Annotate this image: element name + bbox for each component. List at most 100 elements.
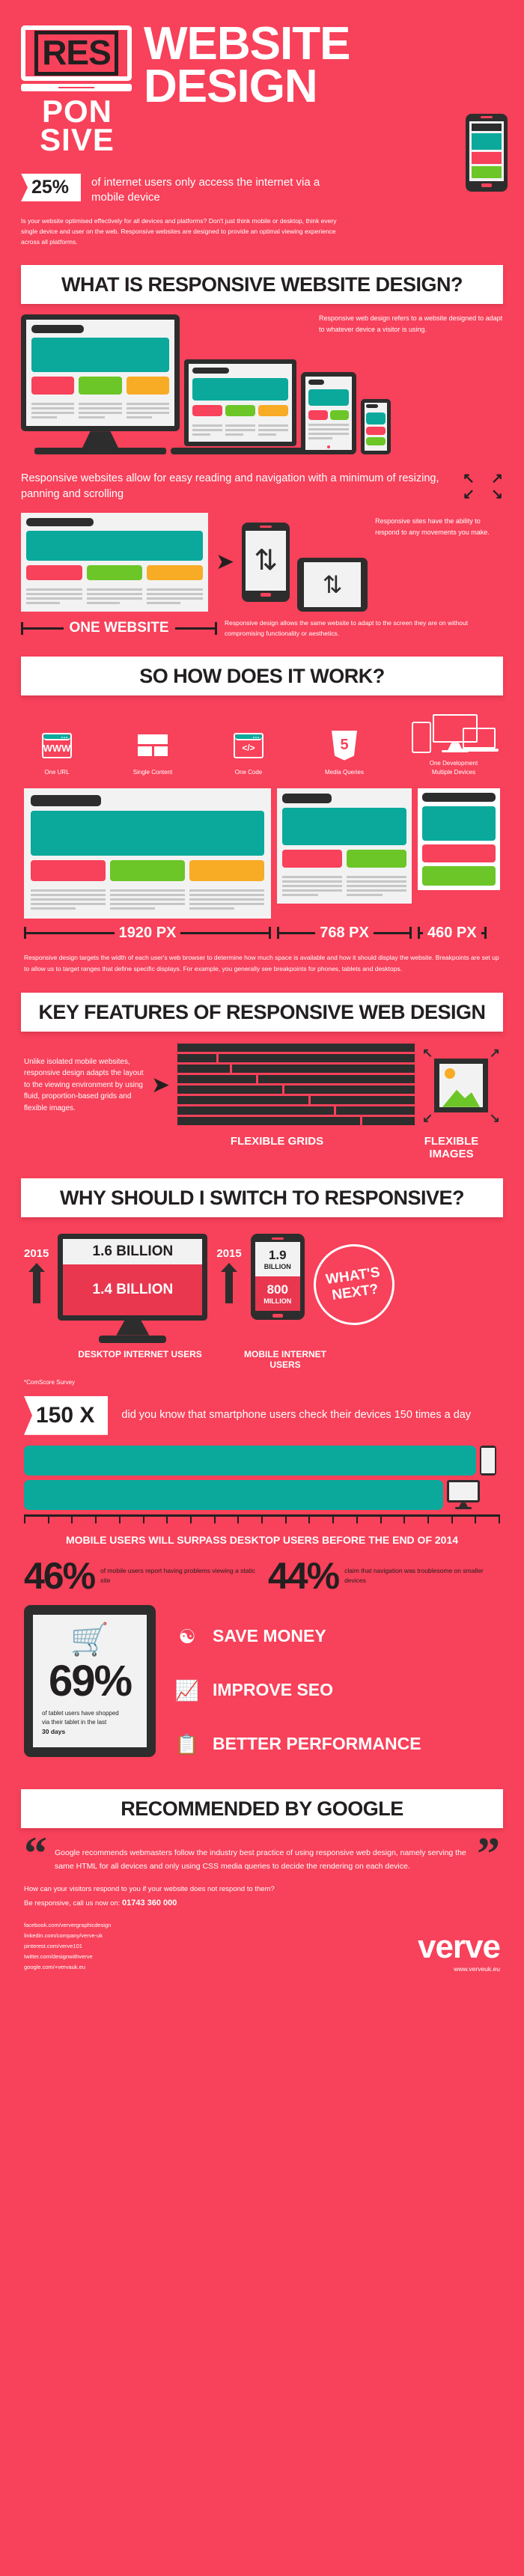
caption-desktop-users: DESKTOP INTERNET USERS — [78, 1348, 202, 1359]
tablet-caption-line-3: 30 days — [42, 1727, 66, 1735]
quote-open-icon: “ — [24, 1827, 47, 1879]
social-link-linkedin[interactable]: linkedin.com/company/verve-uk — [24, 1931, 111, 1941]
content-blocks-icon — [138, 734, 168, 757]
devices-note: Responsive web design refers to a websit… — [319, 314, 503, 333]
flexible-grid-illustration — [177, 1043, 415, 1127]
brand-url[interactable]: www.verveuk.eu — [418, 1965, 500, 1973]
badge-sive: SIVE — [40, 121, 115, 157]
stat-flag: 25% — [21, 173, 82, 202]
stat-value: 25% — [31, 176, 70, 198]
mobile-year: 2015 — [216, 1246, 242, 1260]
mobile-bottom-unit: MILLION — [263, 1297, 292, 1305]
flexible-image-illustration: ↖ ↗ ↙ ↘ — [422, 1045, 500, 1125]
clipboard-check-icon: 📋 — [174, 1732, 200, 1756]
responsive-phone-icon: ⇅ — [242, 523, 290, 603]
hand-coin-icon: ☯ — [178, 1625, 196, 1648]
brand-name: verve — [417, 1928, 501, 1965]
laptop-base — [21, 84, 132, 91]
easy-reading-row: Responsive websites allow for easy readi… — [21, 471, 503, 502]
tablet-benefits-row: 🛒 69% of tablet users have shopped via t… — [24, 1604, 500, 1771]
multi-device-icon — [412, 714, 499, 754]
section-heading-features: KEY FEATURES OF RESPONSIVE WEB DESIGN — [21, 992, 503, 1032]
call-to-action: How can your visitors respond to you if … — [24, 1884, 500, 1910]
benefit-save-money: ☯ SAVE MONEY — [172, 1610, 500, 1663]
social-link-pinterest[interactable]: pinterest.com/verve101 — [24, 1941, 111, 1952]
arrow-up-icon-mobile — [221, 1262, 238, 1303]
section-heading-why: WHY SHOULD I SWITCH TO RESPONSIVE? — [21, 1178, 503, 1217]
breakpoint-labels-row: 1920 PX 768 PX 460 PX — [24, 925, 500, 942]
footer: facebook.com/ververgraphicdesign linkedi… — [24, 1920, 501, 1982]
percent-stats-row: 46% of mobile users report having proble… — [24, 1554, 500, 1597]
desktop-top-value: 1.6 BILLION — [63, 1238, 203, 1264]
breakpoint-rule-2: 460 PX — [418, 925, 500, 942]
monitor-marker-icon — [447, 1480, 480, 1510]
mobile-users-chart: 1.9 BILLION 800 MILLION — [250, 1233, 305, 1320]
breakpoint-mock-desktop — [24, 788, 271, 919]
social-links: facebook.com/ververgraphicdesign linkedi… — [24, 1920, 111, 1972]
breakpoint-label-0: 1920 PX — [118, 924, 177, 941]
section-heading-how: SO HOW DOES IT WORK? — [21, 657, 503, 696]
intro-paragraph: Is your website optimised effectively fo… — [21, 217, 337, 246]
responsive-phone-note: Responsive sites have the ability to res… — [375, 517, 490, 536]
how-icon-label-0: One URL — [44, 768, 70, 776]
phone-device-icon — [361, 399, 391, 455]
mobile-year-group: 2015 — [216, 1234, 242, 1303]
google-quote-block: “ Google recommends webmasters follow th… — [24, 1827, 500, 1880]
google-quote-text: Google recommends webmasters follow the … — [55, 1848, 466, 1872]
benefit-improve-seo: 📈 IMPROVE SEO — [172, 1663, 500, 1717]
laptop-icon: RES — [21, 25, 132, 91]
how-icon-label-3: Media Queries — [324, 768, 365, 776]
percent-caption-44: claim that navigation was troublesome on… — [344, 1567, 484, 1585]
tablet-caption-line-2: via their tablet in the last — [42, 1718, 107, 1726]
how-icon-label-4b: Multiple Devices — [431, 768, 476, 776]
one-website-label-row: ONE WEBSITE Responsive design allows the… — [21, 618, 503, 639]
header: RES PON SIVE WEBSITE DESIGN — [13, 0, 511, 157]
arrow-up-icon-desktop — [28, 1262, 45, 1303]
browser-www-icon: ▪▪▪ WWW — [42, 732, 72, 758]
bar-chart-growth-icon: 📈 — [174, 1678, 200, 1702]
how-icon-label-1: Single Content — [132, 768, 173, 776]
percent-value-44: 44% — [268, 1554, 340, 1597]
key-features-text: Unlike isolated mobile websites, respons… — [24, 1057, 144, 1112]
tablet-caption-line-1: of tablet users have shopped — [42, 1709, 119, 1717]
how-icons-row: ▪▪▪ WWW One URL Single Content ▪▪▪ </> One… — [25, 712, 499, 776]
badge-res: RES — [34, 31, 118, 76]
main-title: WEBSITE DESIGN — [144, 18, 511, 154]
one-website-rule: ONE WEBSITE — [21, 620, 218, 636]
how-icon-cell-multi-device: One Development Multiple Devices — [409, 712, 499, 776]
caption-flexible-grids: FLEXIBLE GRIDS — [230, 1134, 324, 1148]
stat-text: of internet users only access the intern… — [91, 175, 320, 204]
desktop-monitor-icon — [21, 314, 180, 455]
quote-close-icon: ” — [477, 1828, 500, 1880]
desktop-year: 2015 — [24, 1246, 49, 1260]
tablet-stat-value: 69% — [48, 1656, 132, 1705]
how-icon-cell-media-queries: 5 Media Queries — [313, 727, 376, 776]
caption-flexible-images: FLEXIBLE IMAGES — [424, 1134, 479, 1160]
title-line-2: DESIGN — [144, 61, 318, 113]
mobile-top-value: 1.9 — [268, 1247, 287, 1262]
phone-marker-icon — [480, 1445, 496, 1476]
cta-line-2-pre: Be responsive, call us now on: — [24, 1898, 122, 1907]
how-icon-label-2: One Code — [234, 768, 263, 776]
social-link-twitter[interactable]: twitter.com/designwithverve — [24, 1952, 111, 1962]
one-website-row: ➤ ⇅ ⇅ Responsive sites have the ability … — [21, 513, 503, 612]
key-features-captions: FLEXIBLE GRIDS FLEXIBLE IMAGES — [24, 1135, 500, 1160]
responsive-logo: RES PON SIVE — [21, 21, 133, 157]
cta-line-1: How can your visitors respond to you if … — [24, 1885, 275, 1894]
social-link-google[interactable]: google.com/+vervauk.eu — [24, 1962, 111, 1973]
percent-value-46: 46% — [24, 1554, 96, 1597]
tablet-device-icon — [301, 372, 356, 455]
one-website-description: Responsive design allows the same websit… — [225, 619, 469, 638]
social-link-facebook[interactable]: facebook.com/ververgraphicdesign — [24, 1920, 111, 1931]
title-line-1: WEBSITE — [144, 18, 350, 70]
laptop-device-icon — [171, 359, 310, 455]
benefit-label-2: BETTER PERFORMANCE — [213, 1734, 421, 1754]
breakpoint-rule-1: 768 PX — [277, 925, 412, 942]
code-window-icon: ▪▪▪ </> — [234, 732, 263, 758]
arrow-right-icon: ➤ — [216, 549, 235, 575]
breakpoints-paragraph: Responsive design targets the width of e… — [24, 953, 499, 972]
stat-banner-150: 150 X did you know that smartphone users… — [24, 1395, 500, 1435]
desktop-users-chart: 1.6 BILLION 1.4 BILLION — [58, 1233, 208, 1343]
shopping-cart-icon: 🛒 — [70, 1621, 110, 1657]
why-captions-row: DESKTOP INTERNET USERS MOBILE INTERNET U… — [24, 1349, 500, 1370]
